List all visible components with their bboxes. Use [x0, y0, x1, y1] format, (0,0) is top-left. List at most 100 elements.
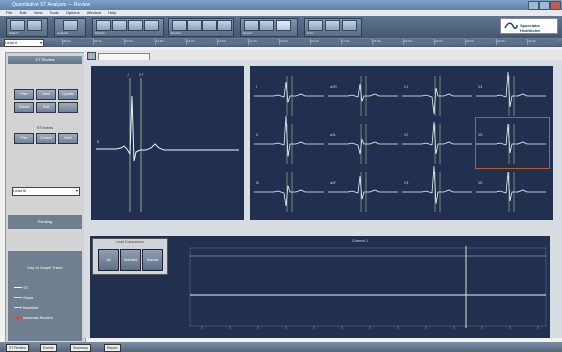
event-prev-button[interactable]: Prev — [14, 133, 34, 144]
toolbar-group-review: Review — [168, 18, 234, 37]
selected-lead-highlight[interactable] — [475, 117, 550, 169]
compare-normal-button[interactable]: Normal — [142, 249, 163, 271]
menu-tools[interactable]: Tools — [49, 10, 58, 15]
patient-button[interactable] — [10, 20, 25, 31]
timeline-tick[interactable]: 11:00 — [155, 39, 184, 45]
toolbar: Patient Analysis Display Review Report P… — [0, 16, 562, 38]
lead-label: V4 — [478, 85, 482, 89]
lead-label: II — [256, 133, 258, 137]
sidebar-edit-button[interactable]: Edit — [36, 102, 56, 113]
sidebar-prev-button[interactable]: Prev — [14, 89, 34, 100]
timeline-tick[interactable]: 16:00 — [310, 39, 339, 45]
event-next-button[interactable]: Next — [58, 133, 78, 144]
lead-v2-waveform[interactable]: V2 — [402, 121, 472, 164]
timeline-tick[interactable]: 12:00 — [186, 39, 215, 45]
menu-window[interactable]: Window — [87, 10, 101, 15]
legend-list: ST Slope Baseline Ischemic Burden — [14, 285, 53, 320]
lead-avf-waveform[interactable]: aVF — [328, 172, 398, 212]
display-button-3[interactable] — [128, 20, 143, 31]
legend-item: Slope — [14, 295, 53, 300]
close-button[interactable] — [550, 1, 561, 10]
timeline-tick[interactable]: 20:00 — [434, 39, 463, 45]
sidebar-select[interactable]: Lead III ▾ — [12, 187, 80, 196]
play-icon[interactable] — [87, 52, 96, 60]
minimize-button[interactable] — [528, 1, 539, 10]
timeline-tick[interactable]: 08:00 — [62, 39, 91, 45]
menu-view[interactable]: View — [34, 10, 43, 15]
menu-options[interactable]: Options — [66, 10, 80, 15]
tab-strip — [84, 50, 562, 61]
patient-info-button[interactable] — [27, 20, 42, 31]
lead-v4-waveform[interactable]: V4 — [476, 71, 546, 116]
lead-ii-waveform[interactable]: II — [254, 115, 324, 164]
timeline-tick[interactable]: 18:00 — [372, 39, 401, 45]
status-tab-st-review[interactable]: ST Review — [6, 344, 29, 352]
timeline-tick[interactable]: 13:00 — [217, 39, 246, 45]
timeline-tick[interactable]: 09:00 — [93, 39, 122, 45]
lead-label: V3 — [404, 181, 408, 185]
menu-help[interactable]: Help — [108, 10, 116, 15]
lead-trace — [254, 185, 324, 207]
display-button-4[interactable] — [144, 20, 159, 31]
lead-label: V2 — [404, 133, 408, 137]
timeline-tick[interactable]: 22:00 — [496, 39, 525, 45]
lead-trace — [476, 71, 546, 107]
window-title: Quantitative ST Analysis — Review — [12, 2, 91, 8]
lead-comparison-box: Lead Comparison All Selected Normal — [92, 238, 168, 275]
review-button-1[interactable] — [172, 20, 187, 31]
timeline-tick[interactable]: 17:00 — [341, 39, 370, 45]
print-button-2[interactable] — [325, 20, 340, 31]
timeline-tick[interactable]: 14:00 — [248, 39, 277, 45]
lead-label: aVR — [330, 85, 337, 89]
review-button-3[interactable] — [202, 20, 217, 31]
sidebar-update-button[interactable]: Update — [58, 89, 78, 100]
lead-v3-waveform[interactable]: V3 — [402, 165, 472, 212]
maximize-button[interactable] — [539, 1, 550, 10]
report-button-active[interactable] — [276, 20, 291, 31]
lead-label: aVF — [330, 181, 336, 185]
legend-item: Baseline — [14, 305, 53, 310]
lead-avr-waveform[interactable]: aVR — [328, 76, 398, 116]
sidebar-delete-button[interactable]: Delete — [14, 102, 34, 113]
timeline-tick[interactable]: 21:00 — [465, 39, 494, 45]
compare-all-button[interactable]: All — [98, 249, 119, 271]
display-button-2[interactable] — [112, 20, 127, 31]
title-bar: Quantitative ST Analysis — Review — [0, 0, 562, 10]
lead-iii-waveform[interactable]: III — [254, 172, 324, 212]
lead-select[interactable]: Lead II ▾ — [4, 39, 44, 47]
lead-v1-waveform[interactable]: V1 — [402, 76, 472, 116]
timeline-tick[interactable]: 19:00 — [403, 39, 432, 45]
lead-i-waveform[interactable]: I — [254, 76, 324, 116]
event-label: ST Events — [36, 126, 54, 130]
report-button-1[interactable] — [244, 20, 259, 31]
timeline-tick[interactable]: 15:00 — [279, 39, 308, 45]
print-button-1[interactable] — [308, 20, 323, 31]
menu-file[interactable]: File — [6, 10, 12, 15]
review-button-2[interactable] — [187, 20, 202, 31]
status-tab-events[interactable]: Events — [40, 344, 57, 352]
timeline-tick[interactable]: 10:00 — [124, 39, 153, 45]
lead-trace — [328, 138, 398, 155]
menu-edit[interactable]: Edit — [20, 10, 27, 15]
median-ecg-svg: II J ST — [96, 73, 239, 212]
lead-avl-waveform[interactable]: aVL — [328, 124, 398, 164]
twelve-lead-panel: IaVR V1 V4 II aVL V2 V5 III aVF V3 V6 — [250, 66, 553, 220]
lead-trace — [328, 175, 398, 200]
display-button-1[interactable] — [96, 20, 111, 31]
status-tab-summary[interactable]: Summary — [70, 344, 91, 352]
timeline-tick[interactable]: 23:00 — [527, 39, 556, 45]
lead-v6-waveform[interactable]: V6 — [476, 171, 546, 212]
review-button-4[interactable] — [217, 20, 232, 31]
toolbar-group-analysis: Analysis — [54, 18, 86, 37]
event-current-button[interactable]: Current — [36, 133, 56, 144]
compare-selected-button[interactable]: Selected — [120, 249, 141, 271]
status-tab-report[interactable]: Report — [104, 344, 121, 352]
sidebar-next-button[interactable]: Next — [36, 89, 56, 100]
report-button-2[interactable] — [259, 20, 274, 31]
lead-trace — [402, 87, 472, 115]
analysis-button[interactable] — [63, 20, 78, 31]
median-lead-label: II — [97, 139, 99, 144]
sidebar-blank-button[interactable] — [58, 102, 78, 113]
print-button-3[interactable] — [342, 20, 357, 31]
toolbar-group-report: Report — [240, 18, 298, 37]
